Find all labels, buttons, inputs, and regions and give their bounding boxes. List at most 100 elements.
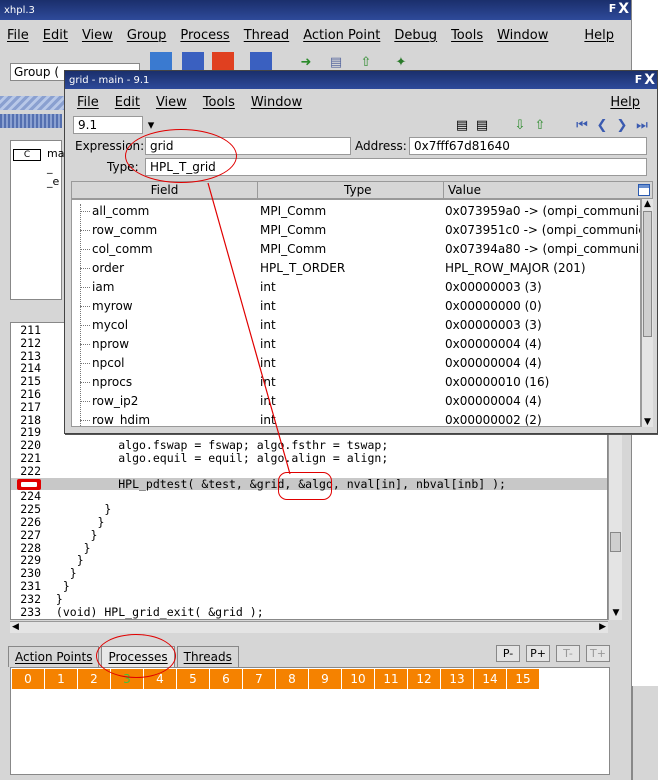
line-number[interactable]: 216	[11, 388, 41, 401]
next-icon[interactable]: ➜	[295, 52, 317, 72]
menu-help[interactable]: Help	[603, 95, 647, 110]
thread-id-field[interactable]: 9.1	[73, 116, 143, 134]
halt-icon[interactable]	[182, 52, 204, 72]
table-row[interactable]: order HPL_T_ORDER HPL_ROW_MAJOR (201)	[72, 259, 640, 278]
code-line[interactable]: 233 (void) HPL_grid_exit( &grid );	[11, 605, 607, 619]
source-horizontal-scrollbar[interactable]: ◀ ▶	[10, 621, 608, 633]
scroll-up-icon[interactable]: ▲	[642, 199, 653, 209]
main-title-bar[interactable]: xhpl.3 F X	[0, 0, 631, 20]
menu-tools[interactable]: Tools	[444, 28, 490, 43]
menu-edit[interactable]: Edit	[36, 28, 75, 43]
menu-file[interactable]: File	[65, 95, 107, 110]
column-type[interactable]: Type	[258, 182, 444, 198]
code-line[interactable]: 227 }	[11, 528, 607, 542]
close-icon[interactable]: X	[644, 72, 655, 88]
menu-thread[interactable]: Thread	[237, 28, 296, 43]
table-row[interactable]: myrow int 0x00000000 (0)	[72, 297, 640, 316]
column-value[interactable]: Value	[444, 182, 638, 198]
prev-process-button[interactable]: P-	[496, 645, 520, 662]
table-row[interactable]: row_ip2 int 0x00000004 (4)	[72, 392, 640, 411]
menu-file[interactable]: File	[0, 28, 36, 43]
scroll-left-icon[interactable]: ◀	[12, 622, 19, 632]
back-icon[interactable]: ❮	[591, 115, 613, 135]
last-icon[interactable]: ⏭	[631, 115, 653, 135]
code-line[interactable]: 232 }	[11, 592, 607, 606]
tab-threads[interactable]: Threads	[176, 646, 239, 667]
data-table-body[interactable]: all_comm MPI_Comm 0x073959a0 -> (ompi_comm…	[71, 199, 641, 427]
code-line[interactable]: 228 }	[11, 541, 607, 555]
process-cell[interactable]: 11	[375, 669, 408, 689]
menu-window[interactable]: Window	[243, 95, 310, 110]
scroll-thumb[interactable]	[610, 532, 621, 552]
process-cell[interactable]: 10	[342, 669, 375, 689]
process-cell[interactable]: 9	[309, 669, 342, 689]
kill-icon[interactable]	[212, 52, 234, 72]
menu-view[interactable]: View	[148, 95, 195, 110]
scroll-down-icon[interactable]: ▼	[610, 608, 622, 620]
line-number[interactable]: 231	[11, 580, 41, 593]
stack-trace-pane[interactable]: C ma _ _e	[10, 140, 64, 300]
table-row[interactable]: npcol int 0x00000004 (4)	[72, 354, 640, 373]
line-number[interactable]: 232	[11, 592, 41, 606]
undive-icon[interactable]: ⇧	[529, 115, 551, 135]
line-number[interactable]: 222	[11, 464, 41, 478]
code-line[interactable]: 229 }	[11, 554, 607, 567]
line-number[interactable]: 217	[11, 400, 41, 414]
scroll-thumb[interactable]	[643, 211, 652, 337]
column-field[interactable]: Field	[72, 182, 258, 198]
process-cell[interactable]: 13	[441, 669, 474, 689]
line-number[interactable]: 221	[11, 452, 41, 465]
menu-edit[interactable]: Edit	[107, 95, 148, 110]
process-cell[interactable]: 2	[78, 669, 111, 689]
table-row[interactable]: row_hdim int 0x00000002 (2)	[72, 411, 640, 426]
next-thread-button[interactable]: T+	[586, 645, 610, 662]
process-cell[interactable]: 8	[276, 669, 309, 689]
step-icon[interactable]: ▤	[325, 52, 347, 72]
variable-title-bar[interactable]: grid - main - 9.1 F X	[65, 71, 657, 89]
scroll-right-icon[interactable]: ▶	[599, 622, 606, 632]
table-vertical-scrollbar[interactable]: ▲ ▼	[641, 199, 653, 427]
scroll-down-icon[interactable]: ▼	[642, 417, 653, 427]
line-number[interactable]: 226	[11, 516, 41, 529]
process-cell[interactable]: 12	[408, 669, 441, 689]
close-icon[interactable]: X	[618, 1, 629, 17]
menu-view[interactable]: View	[75, 28, 120, 43]
restart-icon[interactable]	[250, 52, 272, 72]
process-cell[interactable]: 7	[243, 669, 276, 689]
out-icon[interactable]: ⇧	[355, 52, 377, 72]
run-to-icon[interactable]: ✦	[390, 52, 412, 72]
process-cell[interactable]: 14	[474, 669, 507, 689]
process-cell[interactable]: 0	[12, 669, 45, 689]
next-process-button[interactable]: P+	[526, 645, 550, 662]
collapse-icon[interactable]: ▤	[451, 115, 473, 135]
menu-tools[interactable]: Tools	[195, 95, 243, 110]
process-cell[interactable]: 15	[507, 669, 540, 689]
address-field[interactable]: 0x7fff67d81640	[409, 137, 647, 155]
forward-icon[interactable]: ❯	[611, 115, 633, 135]
table-row[interactable]: iam int 0x00000003 (3)	[72, 278, 640, 297]
minimize-icon[interactable]: F	[635, 72, 643, 88]
process-cell[interactable]: 1	[45, 669, 78, 689]
line-number[interactable]: 211	[11, 324, 41, 337]
code-line[interactable]: 230 }	[11, 567, 607, 580]
code-line[interactable]: 221 algo.equil = equil; algo.align = ali…	[11, 452, 607, 465]
column-chooser-icon[interactable]	[638, 182, 652, 198]
menu-action-point[interactable]: Action Point	[296, 28, 387, 43]
table-row[interactable]: mycol int 0x00000003 (3)	[72, 316, 640, 335]
table-row[interactable]: row_comm MPI_Comm 0x073951c0 -> (ompi_comm…	[72, 221, 640, 240]
table-row[interactable]: col_comm MPI_Comm 0x07394a80 -> (ompi_comm…	[72, 240, 640, 259]
expand-icon[interactable]: ▤	[471, 115, 493, 135]
menu-group[interactable]: Group	[120, 28, 174, 43]
minimize-icon[interactable]: F	[609, 1, 617, 17]
process-cell[interactable]: 6	[210, 669, 243, 689]
line-number[interactable]: 212	[11, 336, 41, 350]
line-number[interactable]: 233	[11, 605, 41, 619]
first-icon[interactable]: ⏮	[571, 115, 593, 135]
menu-help[interactable]: Help	[577, 28, 621, 43]
line-number[interactable]: 227	[11, 528, 41, 542]
menu-window[interactable]: Window	[490, 28, 555, 43]
menu-debug[interactable]: Debug	[387, 28, 444, 43]
code-line[interactable]: 231 }	[11, 580, 607, 593]
go-icon[interactable]	[150, 52, 172, 72]
tab-action-points[interactable]: Action Points	[8, 646, 100, 667]
